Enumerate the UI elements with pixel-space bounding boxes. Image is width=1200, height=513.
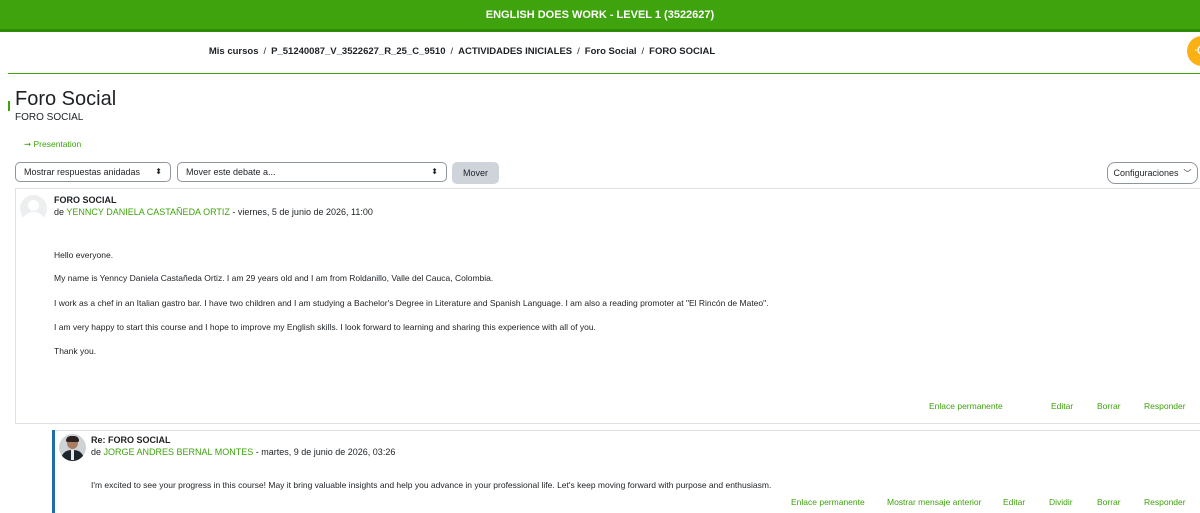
post-by: de	[54, 207, 65, 217]
delete-link[interactable]: Borrar	[1097, 401, 1121, 411]
breadcrumb-item-section[interactable]: ACTIVIDADES INICIALES	[458, 46, 572, 57]
post-author-link[interactable]: YENNCY DANIELA CASTAÑEDA ORTIZ	[66, 207, 230, 217]
post-author-link[interactable]: JORGE ANDRES BERNAL MONTES	[104, 447, 254, 457]
settings-button-label: Configuraciones	[1113, 168, 1179, 178]
reply-divider	[55, 430, 1200, 431]
settings-button[interactable]: Configuraciones ﹀	[1107, 162, 1198, 184]
post-meta: de YENNCY DANIELA CASTAÑEDA ORTIZ - vier…	[54, 207, 373, 217]
select-caret-icon: ⬍	[431, 167, 438, 176]
move-button[interactable]: Mover	[452, 162, 499, 184]
page-title: Foro Social	[15, 88, 117, 110]
breadcrumb-item-my-courses[interactable]: Mis cursos	[209, 46, 259, 57]
course-title: ENGLISH DOES WORK - LEVEL 1 (3522627)	[485, 8, 715, 21]
breadcrumb-item-forum[interactable]: Foro Social	[585, 46, 637, 57]
post-paragraph: Hello everyone.	[54, 250, 114, 260]
reply-indent-bar	[52, 430, 55, 513]
header-divider	[8, 73, 1200, 74]
move-discussion-select[interactable]: Mover este debate a... ⬍	[177, 162, 447, 182]
post-paragraph: My name is Yenncy Daniela Castañeda Orti…	[54, 273, 494, 283]
post-paragraph: I work as a chef in an Italian gastro ba…	[54, 298, 769, 308]
split-link[interactable]: Dividir	[1049, 497, 1073, 507]
lightbulb-icon	[1195, 45, 1200, 55]
help-icon[interactable]	[1187, 36, 1200, 66]
delete-link[interactable]: Borrar	[1097, 497, 1121, 507]
breadcrumb-item-discussion[interactable]: FORO SOCIAL	[649, 46, 715, 57]
post-subject: Re: FORO SOCIAL	[91, 435, 171, 445]
avatar[interactable]	[59, 434, 86, 461]
reply-link[interactable]: Responder	[1144, 497, 1186, 507]
permalink-link[interactable]: Enlace permanente	[929, 401, 1003, 411]
edit-link[interactable]: Editar	[1003, 497, 1025, 507]
left-accent-mark	[8, 101, 10, 111]
avatar[interactable]	[20, 195, 47, 222]
course-header-bar: ENGLISH DOES WORK - LEVEL 1 (3522627)	[0, 0, 1200, 29]
reply-link[interactable]: Responder	[1144, 401, 1186, 411]
post-date: - martes, 9 de junio de 2026, 03:26	[253, 447, 396, 457]
permalink-link[interactable]: Enlace permanente	[791, 497, 865, 507]
post-by: de	[91, 447, 102, 457]
presentation-link[interactable]: ➞ Presentation	[24, 139, 81, 150]
move-discussion-value: Mover este debate a...	[186, 167, 276, 177]
post-date: - viernes, 5 de junio de 2026, 11:00	[229, 207, 373, 217]
select-caret-icon: ⬍	[155, 167, 162, 176]
post-paragraph: I am very happy to start this course and…	[54, 322, 596, 332]
display-mode-select[interactable]: Mostrar respuestas anidadas ⬍	[15, 162, 171, 182]
post-subject: FORO SOCIAL	[54, 195, 117, 205]
post-meta: de JORGE ANDRES BERNAL MONTES - martes, …	[91, 447, 395, 457]
display-mode-value: Mostrar respuestas anidadas	[24, 167, 141, 177]
show-parent-link[interactable]: Mostrar mensaje anterior	[887, 497, 981, 507]
page-subtitle: FORO SOCIAL	[15, 112, 84, 123]
header-underline	[0, 29, 1200, 32]
post-paragraph: I'm excited to see your progress in this…	[91, 480, 772, 490]
breadcrumb: Mis cursos / P_51240087_V_3522627_R_25_C_9…	[208, 46, 716, 57]
edit-link[interactable]: Editar	[1051, 401, 1073, 411]
chevron-down-icon: ﹀	[1183, 168, 1192, 178]
breadcrumb-item-course[interactable]: P_51240087_V_3522627_R_25_C_9510	[271, 46, 445, 57]
post-paragraph: Thank you.	[54, 346, 97, 356]
